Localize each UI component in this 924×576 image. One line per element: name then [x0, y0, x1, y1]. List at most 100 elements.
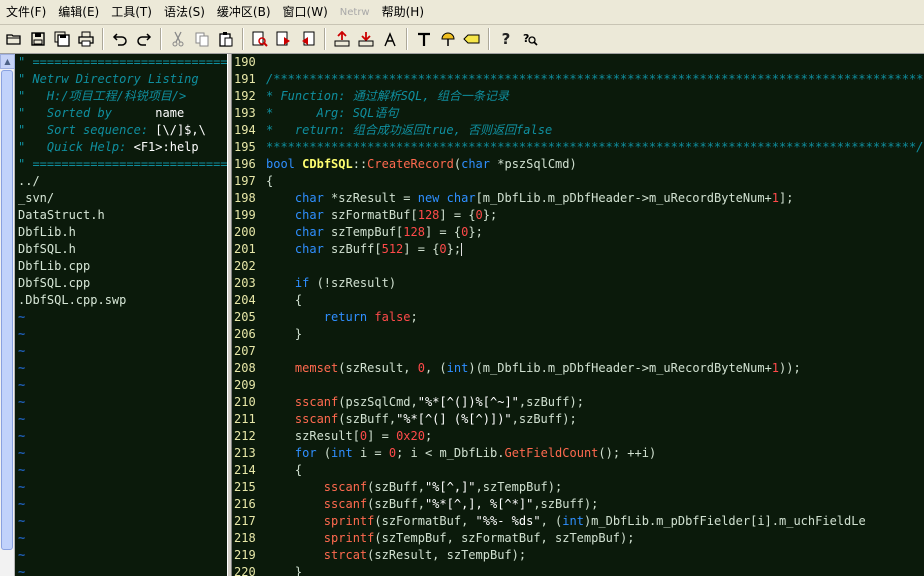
code-text: ::: [352, 157, 368, 171]
code-line: 196 bool CDbfSQL::CreateRecord(char *pszS…: [232, 156, 924, 173]
literal-token: 0x20: [396, 429, 425, 443]
make-icon[interactable]: [413, 28, 435, 50]
code-text: (: [316, 446, 332, 460]
paste-icon[interactable]: [215, 28, 237, 50]
line-number: 207: [234, 344, 256, 358]
netrw-header-line: " ======================================…: [18, 55, 227, 69]
netrw-line[interactable]: DbfLib.h: [15, 224, 227, 241]
netrw-line[interactable]: DbfLib.cpp: [15, 258, 227, 275]
code-line: 217 sprintf(szFormatBuf, "%%- %ds", (int…: [232, 513, 924, 530]
literal-token: 1: [771, 361, 780, 375]
code-text: ] =: [367, 429, 397, 443]
run-script-icon[interactable]: [379, 28, 401, 50]
code-text: szResult[: [266, 429, 360, 443]
code-line: 218 sprintf(szTempBuf, szFormatBuf, szTe…: [232, 530, 924, 547]
netrw-line: " Quick Help: <F1>:help: [15, 139, 227, 156]
code-text: *szResult =: [323, 191, 418, 205]
file-entry[interactable]: DbfLib.h: [18, 225, 76, 239]
function-token: strcat: [323, 548, 368, 562]
scroll-up-arrow-icon[interactable]: ▲: [0, 54, 15, 69]
netrw-line[interactable]: DbfSQL.cpp: [15, 275, 227, 292]
menu-item[interactable]: 工具(T): [105, 0, 158, 25]
keyword-token: if: [294, 276, 310, 290]
code-text: ;: [424, 429, 433, 443]
help-icon[interactable]: ?: [495, 28, 517, 50]
function-token: CreateRecord: [367, 157, 454, 171]
tag-jump-icon[interactable]: [461, 28, 483, 50]
code-text: (pszSqlCmd,: [338, 395, 418, 409]
load-session-icon[interactable]: [331, 28, 353, 50]
copy-icon[interactable]: [191, 28, 213, 50]
directory-entry[interactable]: ../: [18, 174, 40, 188]
file-entry[interactable]: DbfSQL.cpp: [18, 276, 90, 290]
netrw-line: " Sort sequence: [\/]$,\: [15, 122, 227, 139]
redo-icon[interactable]: [133, 28, 155, 50]
toolbar-separator: [406, 28, 408, 50]
netrw-line[interactable]: .DbfSQL.cpp.swp: [15, 292, 227, 309]
code-line: 208 memset(szResult, 0, (int)(m_DbfLib.m…: [232, 360, 924, 377]
find-help-icon[interactable]: ?: [519, 28, 541, 50]
save-all-icon[interactable]: [51, 28, 73, 50]
menu-item[interactable]: 编辑(E): [52, 0, 105, 25]
cut-icon[interactable]: [167, 28, 189, 50]
keyword-token: int: [331, 446, 353, 460]
netrw-line: " ======================================…: [15, 156, 227, 173]
literal-token: 0: [475, 208, 483, 222]
code-text: ,szBuff);: [518, 395, 584, 409]
netrw-header-label: " Sort sequence:: [18, 123, 156, 137]
shell-icon[interactable]: [437, 28, 459, 50]
code-text: ));: [779, 361, 801, 375]
save-session-icon[interactable]: [355, 28, 377, 50]
empty-line-tilde: ~: [18, 531, 26, 545]
empty-line-tilde: ~: [18, 344, 26, 358]
keyword-token: char: [294, 191, 324, 205]
find-icon[interactable]: [249, 28, 271, 50]
code-editor[interactable]: 190 191 /*********************************…: [232, 54, 924, 576]
file-entry[interactable]: .DbfSQL.cpp.swp: [18, 293, 126, 307]
line-number: 197: [234, 174, 256, 188]
menu-item[interactable]: Netrw: [334, 0, 376, 25]
file-entry[interactable]: DataStruct.h: [18, 208, 105, 222]
code-text: (); ++i): [598, 446, 657, 460]
keyword-token: char: [294, 225, 324, 239]
print-icon[interactable]: [75, 28, 97, 50]
directory-entry[interactable]: _svn/: [18, 191, 54, 205]
netrw-header-value: [\/]$,\: [155, 123, 206, 137]
menu-item[interactable]: 语法(S): [158, 0, 211, 25]
file-entry[interactable]: DbfSQL.h: [18, 242, 76, 256]
line-number: 192: [234, 89, 256, 103]
empty-line-tilde: ~: [18, 327, 26, 341]
file-entry[interactable]: DbfLib.cpp: [18, 259, 90, 273]
netrw-line[interactable]: DbfSQL.h: [15, 241, 227, 258]
code-text: (szResult, szTempBuf);: [367, 548, 527, 562]
menu-item[interactable]: 文件(F): [0, 0, 52, 25]
line-number: 215: [234, 480, 256, 494]
netrw-line[interactable]: _svn/: [15, 190, 227, 207]
code-line: 214 {: [232, 462, 924, 479]
undo-icon[interactable]: [109, 28, 131, 50]
code-text: ];: [779, 191, 794, 205]
function-token: sscanf: [323, 480, 368, 494]
find-prev-icon[interactable]: [297, 28, 319, 50]
netrw-line[interactable]: ../: [15, 173, 227, 190]
code-text: (!szResult): [309, 276, 397, 290]
scrollbar-thumb[interactable]: [1, 70, 13, 550]
left-vertical-scrollbar[interactable]: ▲: [0, 54, 15, 576]
save-icon[interactable]: [27, 28, 49, 50]
menu-item[interactable]: 帮助(H): [376, 0, 430, 25]
netrw-line[interactable]: DataStruct.h: [15, 207, 227, 224]
open-file-icon[interactable]: [3, 28, 25, 50]
find-next-icon[interactable]: [273, 28, 295, 50]
empty-line-tilde: ~: [18, 548, 26, 562]
code-line: 219 strcat(szResult, szTempBuf);: [232, 547, 924, 564]
toolbar: ? ?: [0, 25, 924, 54]
toolbar-separator: [160, 28, 162, 50]
menu-item[interactable]: 窗口(W): [277, 0, 334, 25]
code-text: }: [266, 565, 303, 576]
literal-token: 0: [439, 242, 447, 256]
code-line: 194 * return: 组合成功返回true, 否则返回false: [232, 122, 924, 139]
menu-item[interactable]: 缓冲区(B): [211, 0, 277, 25]
